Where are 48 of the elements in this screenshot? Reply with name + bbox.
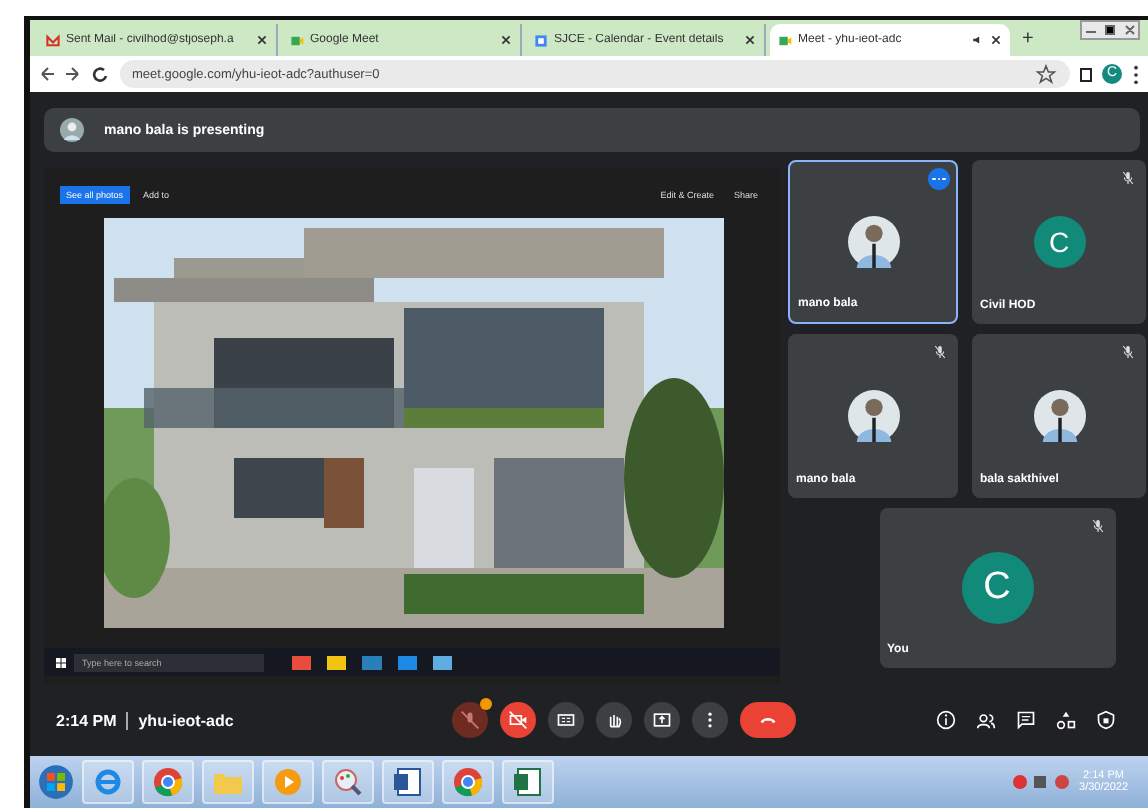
start-button[interactable] [38,764,74,800]
taskbar-app-icon[interactable] [292,655,452,669]
word-document-icon[interactable] [382,760,434,804]
camera-off-icon [508,710,529,730]
meeting-time: 2:14 PM [56,711,117,729]
navigation-icon[interactable] [38,64,110,84]
end-button[interactable] [740,702,797,738]
browser-e-icon[interactable] [82,760,134,804]
avatar-photo-icon [1033,384,1085,448]
menu-icon[interactable] [1132,63,1140,85]
mail-icon [46,33,60,47]
close-icon[interactable] [256,34,268,46]
chat-icon[interactable] [1016,710,1037,730]
windows-logo-icon[interactable] [56,657,66,667]
info-icon[interactable] [936,710,957,730]
new-tab-button[interactable]: + [1014,27,1042,49]
window-controls-icon[interactable] [1080,20,1140,40]
meeting-code: yhu-ieot-adc [138,711,234,729]
more-button[interactable] [692,702,729,738]
paint-icon[interactable] [322,760,374,804]
close-icon[interactable] [500,34,512,46]
close-icon[interactable] [990,34,1002,46]
captions-button[interactable] [548,702,585,738]
avatar-letter: C [1033,216,1085,268]
spreadsheet-icon[interactable] [502,760,554,804]
present-screen-icon [652,710,673,730]
close-icon[interactable] [744,34,756,46]
speaker-icon [972,34,984,46]
camera-icon [290,33,304,47]
avatar-icon [60,118,84,142]
camera-icon [778,33,792,47]
more-options-icon[interactable] [928,168,950,190]
mic-off-icon [460,710,481,730]
present-button[interactable] [644,702,681,738]
side-panel-icon[interactable] [1080,67,1092,81]
avatar-photo-icon [847,384,899,448]
camera-button[interactable] [500,702,537,738]
people-icon[interactable] [976,710,997,730]
avatar-letter: C [961,552,1033,624]
hand-button[interactable] [596,702,633,738]
mic-button[interactable] [452,702,489,738]
hand-icon [604,710,625,730]
captions-icon [556,710,577,730]
calendar-icon [534,33,548,47]
avatar-photo-icon [847,210,899,274]
shield-icon[interactable] [1096,710,1117,730]
shapes-icon[interactable] [1056,710,1077,730]
system-tray-icon[interactable] [1011,772,1072,792]
